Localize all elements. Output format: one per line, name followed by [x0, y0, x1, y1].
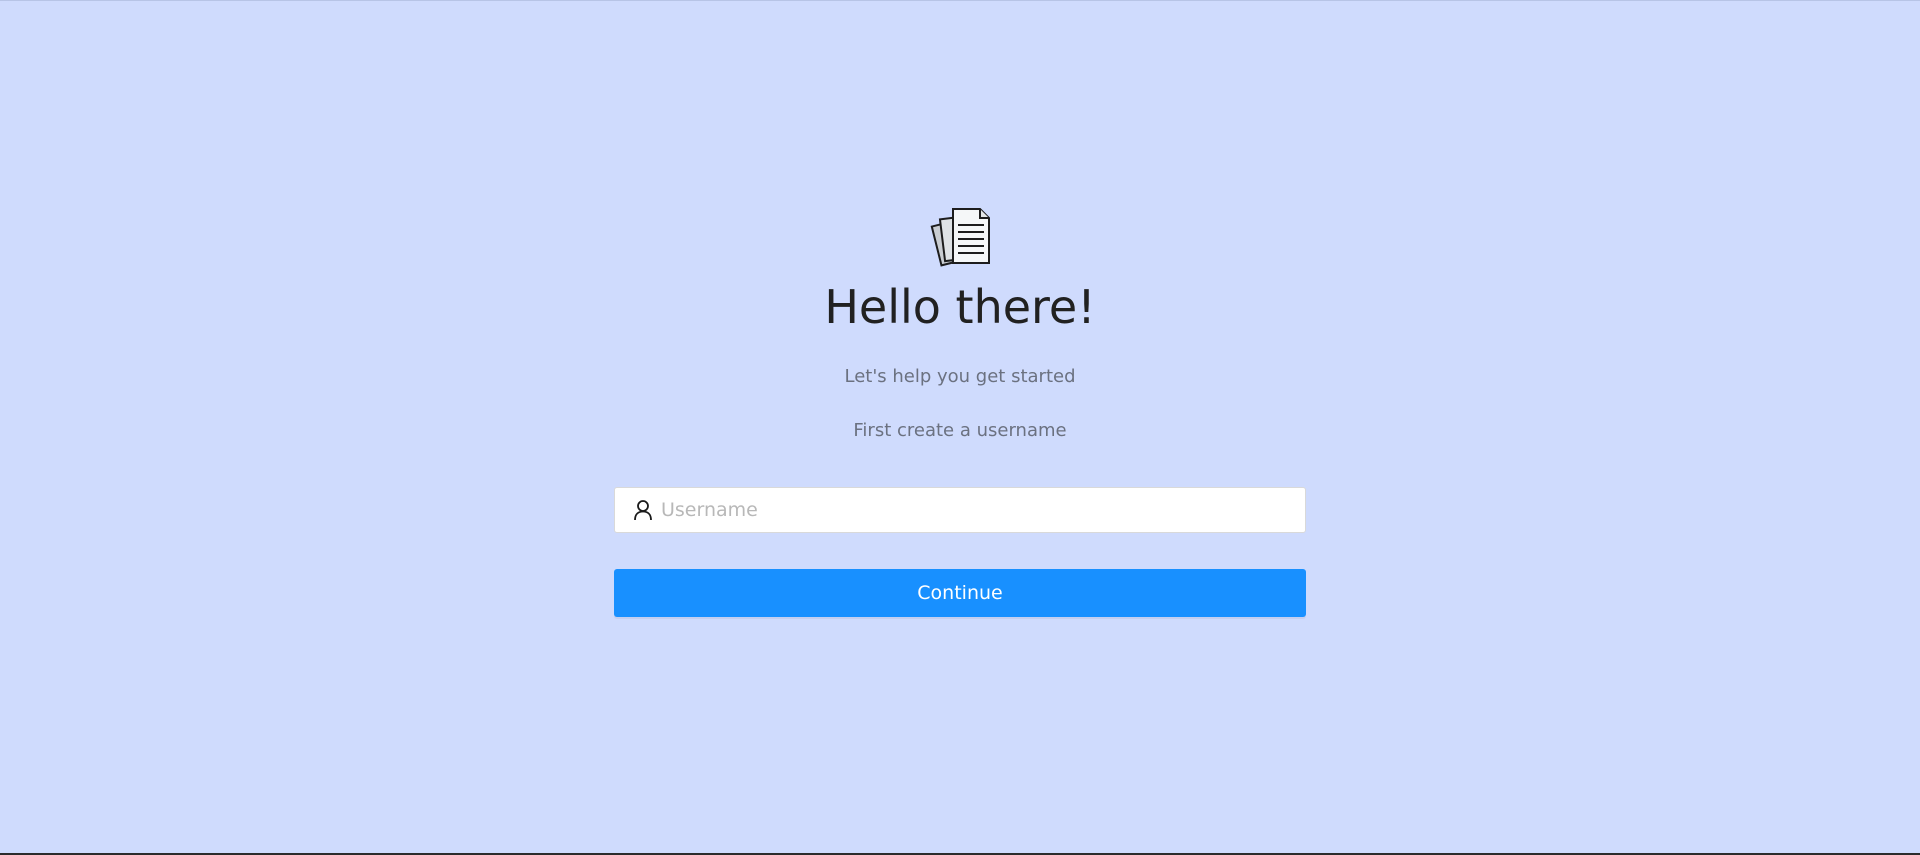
- continue-button[interactable]: Continue: [614, 569, 1306, 617]
- username-field[interactable]: [614, 487, 1306, 533]
- documents-icon: [930, 208, 990, 267]
- page-title: Hello there!: [824, 280, 1096, 334]
- username-input[interactable]: [659, 489, 1305, 531]
- onboarding-panel: Hello there! Let's help you get started …: [614, 205, 1306, 617]
- subtitle: Let's help you get started: [844, 366, 1076, 387]
- instruction-text: First create a username: [853, 420, 1067, 441]
- user-icon: [634, 500, 652, 521]
- top-border: [0, 0, 1920, 1]
